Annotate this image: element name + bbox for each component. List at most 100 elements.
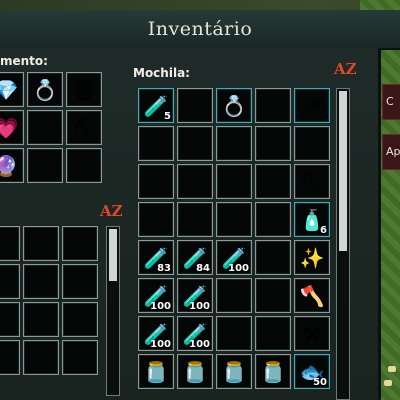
backpack-slot[interactable]: ⛏ — [294, 164, 330, 199]
backpack-slot[interactable] — [138, 202, 174, 237]
backpack-slot[interactable]: 💍 — [216, 88, 252, 123]
backpack-slot[interactable] — [216, 126, 252, 161]
equipment-slot[interactable]: 🔮 — [0, 148, 24, 183]
game-scene: Inventário mento: 💎 💍 🗑 💗 ⛏ 🔮 AZ Mochila: AZ … — [0, 0, 400, 400]
ring-icon: 💍 — [32, 77, 58, 102]
trash-icon: 🗑 — [71, 77, 97, 102]
pickaxe-icon: ⛏ — [71, 115, 97, 140]
backpack-sort-az-button[interactable]: AZ — [334, 60, 357, 78]
backpack-slot[interactable] — [255, 88, 291, 123]
equipment-grid: 💎 💍 🗑 💗 ⛏ 🔮 — [0, 72, 102, 183]
backpack-slot[interactable]: 🫙 — [138, 354, 174, 389]
backpack-slot[interactable] — [138, 126, 174, 161]
storage-slot[interactable] — [23, 302, 59, 337]
storage-slot[interactable] — [23, 264, 59, 299]
item-quantity: 100 — [189, 301, 210, 312]
equipment-slot[interactable]: 💍 — [27, 72, 63, 107]
equipment-slot[interactable]: 🗑 — [66, 72, 102, 107]
backpack-slot[interactable]: ⚒ — [294, 316, 330, 351]
inventory-title-bar: Inventário — [0, 10, 400, 50]
equipment-slot[interactable]: 💎 — [0, 72, 24, 107]
backpack-slot[interactable] — [255, 126, 291, 161]
backpack-slot[interactable]: 🧪 100 — [177, 278, 213, 313]
backpack-slot[interactable]: 🧪 100 — [138, 278, 174, 313]
backpack-slot[interactable] — [255, 164, 291, 199]
backpack-slot[interactable] — [255, 316, 291, 351]
backpack-slot[interactable]: 🗡 — [294, 88, 330, 123]
backpack-slot[interactable] — [216, 278, 252, 313]
item-quantity: 100 — [189, 339, 210, 350]
equipment-slot[interactable] — [66, 148, 102, 183]
backpack-slot[interactable]: ✨ — [294, 240, 330, 275]
storage-scrollbar[interactable] — [106, 226, 120, 396]
storage-slot[interactable] — [0, 340, 20, 375]
storage-slot[interactable] — [62, 302, 98, 337]
item-quantity: 100 — [150, 301, 171, 312]
side-button-ap[interactable]: Ap — [382, 134, 400, 170]
backpack-slot[interactable] — [216, 164, 252, 199]
mana-potion-icon: 🫙 — [143, 359, 169, 384]
backpack-slot[interactable]: 🧪 100 — [138, 316, 174, 351]
backpack-slot[interactable]: 🧪 84 — [177, 240, 213, 275]
backpack-slot[interactable] — [177, 164, 213, 199]
backpack-label: Mochila: — [133, 66, 190, 80]
storage-slot[interactable] — [62, 340, 98, 375]
backpack-slot[interactable]: 🫙 — [177, 354, 213, 389]
backpack-slot[interactable]: 🫙 — [255, 354, 291, 389]
storage-slot[interactable] — [62, 264, 98, 299]
amulet-icon: 💗 — [0, 115, 19, 140]
backpack-slot[interactable] — [216, 316, 252, 351]
backpack-slot[interactable]: 🧪 83 — [138, 240, 174, 275]
equipment-slot[interactable]: 💗 — [0, 110, 24, 145]
storage-slot[interactable] — [23, 340, 59, 375]
backpack-scroll-thumb[interactable] — [339, 91, 347, 251]
backpack-slot[interactable] — [294, 126, 330, 161]
backpack-slot[interactable] — [255, 278, 291, 313]
backpack-slot[interactable]: 🫙 — [216, 354, 252, 389]
backpack-slot[interactable]: 🧪 100 — [216, 240, 252, 275]
backpack-slot[interactable] — [255, 202, 291, 237]
storage-scroll-thumb[interactable] — [109, 229, 117, 281]
gem-icon: 🔮 — [0, 153, 19, 178]
mana-potion-icon: 🫙 — [182, 359, 208, 384]
item-quantity: 50 — [313, 377, 327, 388]
item-quantity: 84 — [196, 263, 210, 274]
backpack-slot[interactable]: 🪓 — [294, 278, 330, 313]
mana-potion-icon: 🫙 — [260, 359, 286, 384]
ring-icon: 💍 — [221, 93, 247, 118]
storage-slot[interactable] — [0, 302, 20, 337]
equipment-slot[interactable]: ⛏ — [66, 110, 102, 145]
equipment-label: mento: — [0, 54, 48, 68]
window-title: Inventário — [147, 18, 253, 40]
mana-potion-icon: 🫙 — [221, 359, 247, 384]
storage-slot[interactable] — [62, 226, 98, 261]
backpack-slot[interactable]: 🧴 6 — [294, 202, 330, 237]
backpack-slot[interactable] — [138, 164, 174, 199]
backpack-scrollbar[interactable] — [336, 88, 350, 400]
backpack-slot[interactable]: 🐟 50 — [294, 354, 330, 389]
shovel-icon: ⚒ — [303, 321, 321, 346]
backpack-slot[interactable] — [255, 240, 291, 275]
storage-slot[interactable] — [0, 264, 20, 299]
equipment-slot[interactable] — [27, 110, 63, 145]
axe-icon: 🪓 — [299, 283, 325, 308]
backpack-slot[interactable] — [177, 126, 213, 161]
storage-grid — [0, 226, 98, 375]
backpack-slot[interactable]: 🧪 5 — [138, 88, 174, 123]
ring-icon: 💎 — [0, 77, 19, 102]
storage-slot[interactable] — [23, 226, 59, 261]
item-quantity: 5 — [164, 111, 171, 122]
side-button-c[interactable]: C — [382, 84, 400, 120]
backpack-grid: 🧪 5 💍 🗡 ⛏ 🧴 6 🧪 83 🧪 84 🧪 100 ✨ 🧪 100 🧪 100 🪓 🧪 100 🧪 100 ⚒ 🫙 🫙 🫙 🫙… — [138, 88, 330, 389]
backpack-slot[interactable] — [216, 202, 252, 237]
backpack-slot[interactable]: 🧪 100 — [177, 316, 213, 351]
backpack-slot[interactable] — [177, 202, 213, 237]
equipment-slot[interactable] — [27, 148, 63, 183]
pickaxe-icon: ⛏ — [299, 169, 325, 194]
storage-slot[interactable] — [0, 226, 20, 261]
item-quantity: 100 — [150, 339, 171, 350]
coin-icon — [388, 366, 396, 372]
wand-icon: ✨ — [299, 245, 325, 270]
backpack-slot[interactable] — [177, 88, 213, 123]
sort-az-button[interactable]: AZ — [100, 202, 123, 220]
